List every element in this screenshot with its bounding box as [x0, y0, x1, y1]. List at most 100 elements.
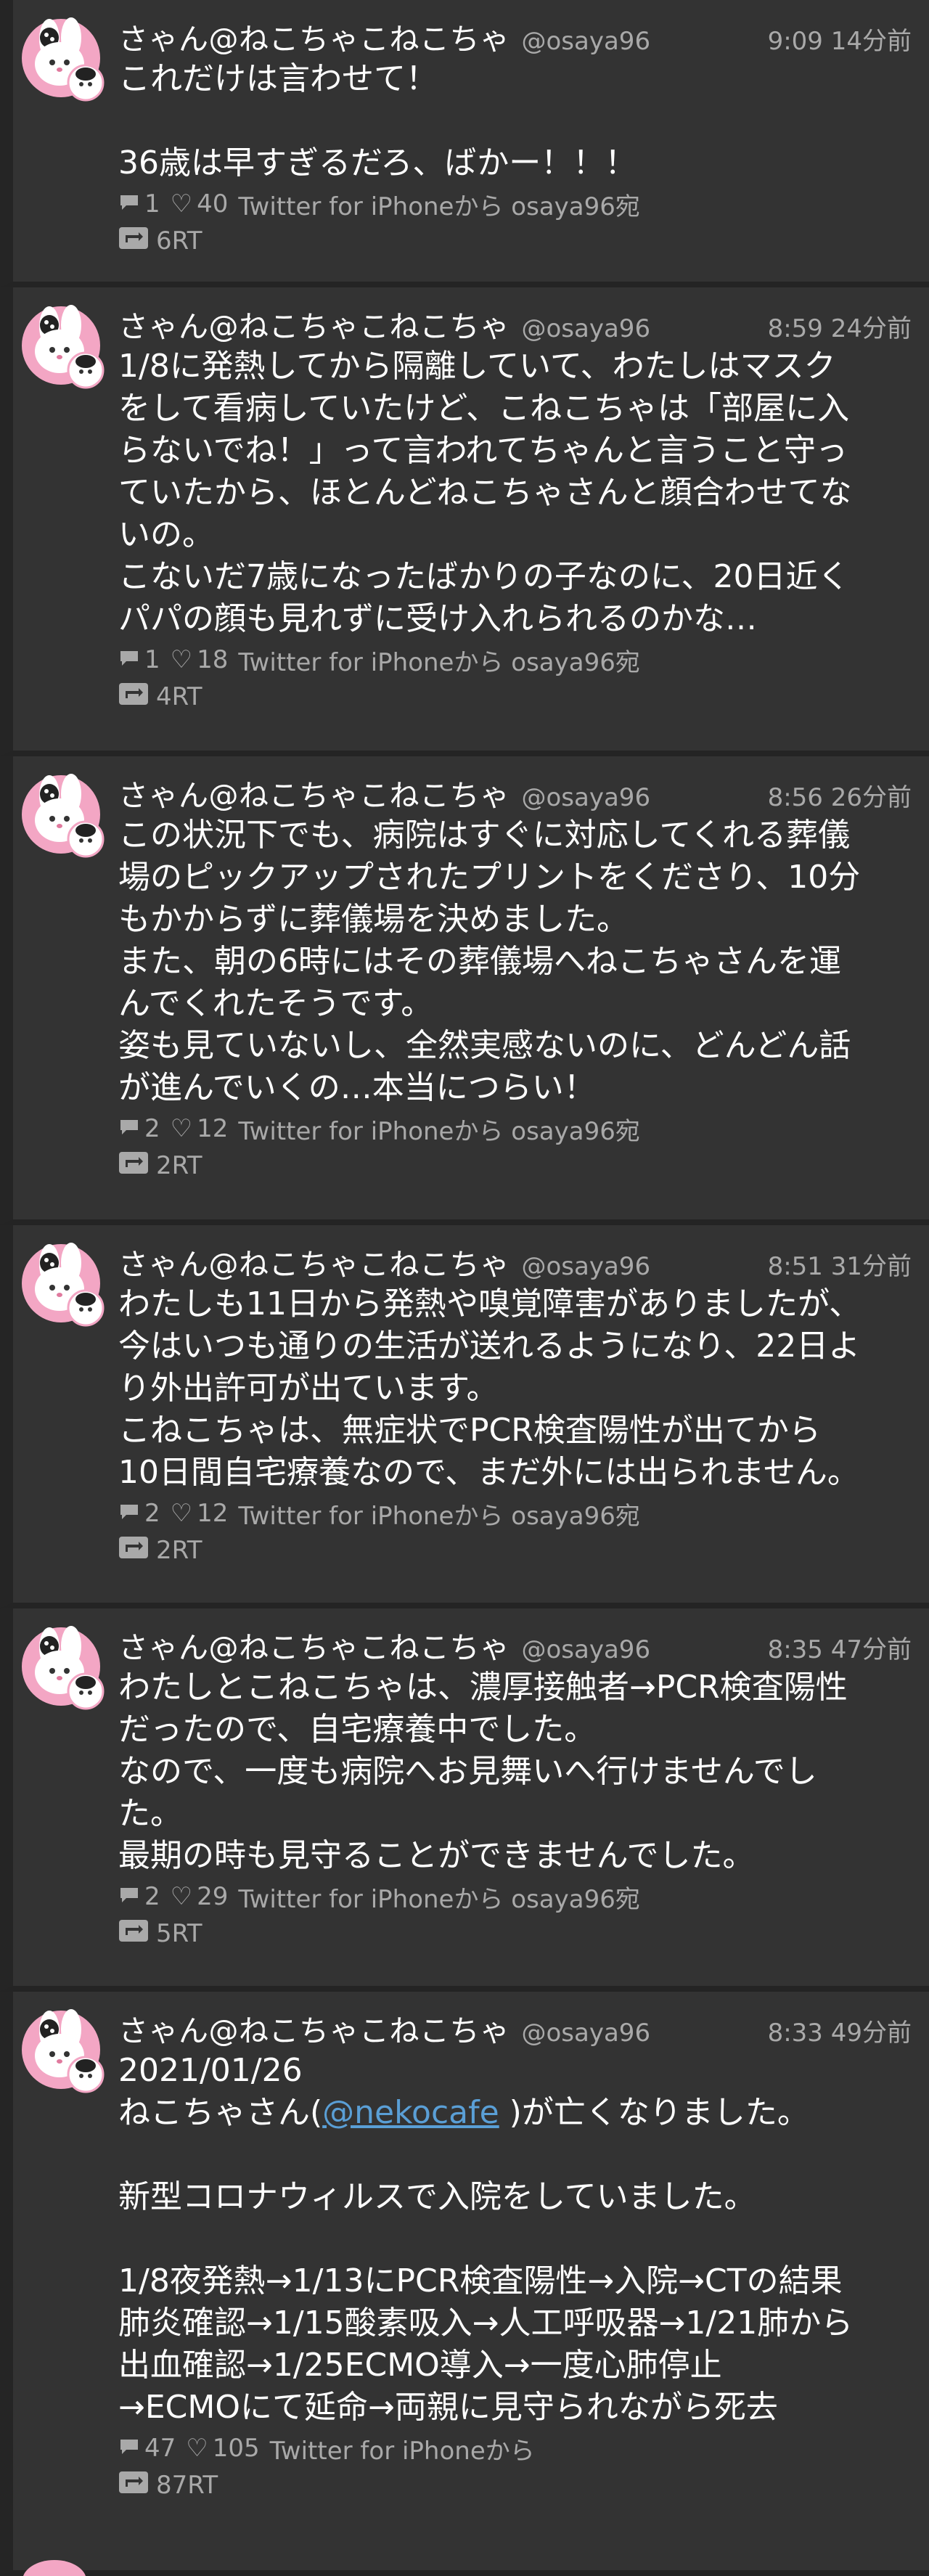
retweet-icon[interactable] — [118, 1919, 149, 1949]
tweet-text-line: んでくれたそうです。 — [118, 985, 433, 1022]
tweet-text: これだけは言わせて！ 36歳は早すぎるだろ、ばかー！！！ — [118, 58, 912, 184]
speech-bubble-icon[interactable] — [118, 1499, 140, 1528]
retweet-icon[interactable] — [118, 682, 149, 712]
tweet-timestamp[interactable]: 8:56 26分前 — [768, 777, 912, 813]
timeline: さゃん@ねこちゃこねこちゃ @osaya96 9:09 14分前 これだけは言わ… — [0, 0, 929, 2576]
speech-bubble-icon[interactable] — [118, 189, 140, 218]
speech-bubble-icon[interactable] — [118, 2434, 140, 2463]
tweet-timestamp[interactable]: 9:09 14分前 — [768, 21, 912, 57]
user-display-name[interactable]: さゃん@ねこちゃこねこちゃ — [118, 1623, 510, 1667]
user-display-name[interactable]: さゃん@ねこちゃこねこちゃ — [118, 1240, 510, 1283]
retweet-icon[interactable] — [118, 2471, 149, 2501]
retweet-count: 87RT — [156, 2471, 218, 2500]
avatar[interactable] — [20, 774, 106, 859]
user-display-name[interactable]: さゃん@ねこちゃこねこちゃ — [118, 771, 510, 814]
tweet-meta: 1 ♡ 18 Twitter for iPhoneから osaya96宛 — [118, 642, 912, 678]
user-display-name[interactable]: さゃん@ねこちゃこねこちゃ — [118, 2006, 510, 2050]
tweet-text-line: 今はいつも通りの生活が送れるようになり、22日よ — [118, 1328, 861, 1365]
heart-icon[interactable]: ♡ — [171, 1114, 192, 1143]
user-display-name[interactable]: さゃん@ねこちゃこねこちゃ — [118, 15, 510, 58]
heart-icon[interactable]: ♡ — [171, 189, 192, 218]
tweet-source: Twitter for iPhoneから osaya96宛 — [238, 1884, 640, 1914]
avatar[interactable] — [20, 305, 106, 391]
like-count: 12 — [197, 1114, 229, 1143]
mention-link[interactable]: @nekocafe — [322, 2094, 499, 2131]
tweet-text-line — [118, 2134, 912, 2176]
reply-count: 2 — [144, 1882, 160, 1911]
user-handle[interactable]: @osaya96 — [522, 1635, 651, 1664]
next-tweet-avatar-peek — [22, 2559, 87, 2576]
tweet-text-line: だったので、自宅療養中でした。 — [118, 1711, 597, 1748]
retweet-icon[interactable] — [118, 226, 149, 256]
tweet-text-line: こねこちゃは、無症状でPCR検査陽性が出てから — [118, 1412, 821, 1449]
retweet-row: 87RT — [118, 2466, 912, 2504]
tweet-timestamp[interactable]: 8:33 49分前 — [768, 2013, 912, 2048]
heart-icon[interactable]: ♡ — [186, 2434, 208, 2463]
avatar[interactable] — [20, 17, 106, 103]
tweet-text-line: パパの顔も見れずに受け入れられるのかな… — [118, 600, 757, 637]
tweet-meta: 1 ♡ 40 Twitter for iPhoneから osaya96宛 — [118, 186, 912, 222]
tweet-meta: 2 ♡ 12 Twitter for iPhoneから osaya96宛 — [118, 1495, 912, 1532]
speech-bubble-icon[interactable] — [118, 1114, 140, 1143]
tweet-text-segment: )が亡くなりました。 — [499, 2094, 809, 2131]
user-handle[interactable]: @osaya96 — [522, 783, 651, 812]
tweet-text-line: こないだ7歳になったばかりの子なのに、20日近く — [118, 558, 850, 595]
tweet-timestamp[interactable]: 8:59 24分前 — [768, 308, 912, 344]
tweet-text: わたしとこねこちゃは、濃厚接触者→PCR検査陽性 だったので、自宅療養中でした。… — [118, 1667, 912, 1877]
tweet-item[interactable]: さゃん@ねこちゃこねこちゃ @osaya96 9:09 14分前 これだけは言わ… — [0, 0, 929, 287]
tweet-timestamp[interactable]: 8:51 31分前 — [768, 1246, 912, 1282]
tweet-text-line: 2021/01/26 — [118, 2052, 303, 2089]
bunny-avatar-icon — [22, 774, 105, 858]
retweet-row: 2RT — [118, 1532, 912, 1569]
retweet-row: 5RT — [118, 1915, 912, 1953]
tweet-text-line: 36歳は早すぎるだろ、ばかー！！！ — [118, 144, 637, 181]
reply-count: 1 — [144, 645, 160, 674]
user-handle[interactable]: @osaya96 — [522, 314, 651, 343]
speech-bubble-icon[interactable] — [118, 1882, 140, 1911]
heart-icon[interactable]: ♡ — [171, 645, 192, 674]
user-handle[interactable]: @osaya96 — [522, 1252, 651, 1281]
bunny-avatar-icon — [22, 2009, 105, 2093]
user-handle[interactable]: @osaya96 — [522, 27, 651, 56]
like-count: 12 — [197, 1499, 229, 1528]
bunny-avatar-icon — [22, 1243, 105, 1327]
tweet-text-line: 肺炎確認→1/15酸素吸入→人工呼吸器→1/21肺から — [118, 2305, 854, 2342]
heart-icon[interactable]: ♡ — [171, 1499, 192, 1528]
retweet-icon[interactable] — [118, 1151, 149, 1181]
tweet-text-line: もかからずに葬儀場を決めました。 — [118, 901, 629, 938]
tweet-text-line: 1/8夜発熱→1/13にPCR検査陽性→入院→CTの結果 — [118, 2262, 843, 2299]
tweet-text-line: →ECMOにて延命→両親に見守られながら死去 — [118, 2389, 778, 2426]
user-handle[interactable]: @osaya96 — [522, 2019, 651, 2048]
tweet-text-line: この状況下でも、病院はすぐに対応してくれる葬儀 — [118, 817, 851, 854]
tweet-text-line: わたしも11日から発熱や嗅覚障害がありましたが、 — [118, 1285, 862, 1322]
tweet-text: 1/8に発熱してから隔離していて、わたしはマスク をして看病していたけど、こねこ… — [118, 345, 912, 640]
tweet-source: Twitter for iPhoneから osaya96宛 — [238, 1501, 640, 1531]
retweet-count: 4RT — [156, 682, 202, 711]
tweet-text-line: これだけは言わせて！ — [118, 60, 438, 97]
avatar[interactable] — [20, 1243, 106, 1328]
tweet-text-line: らないでね！」って言われてちゃんと言うこと守っ — [118, 432, 848, 469]
bunny-avatar-icon — [22, 1626, 105, 1710]
tweet-text-segment: ねこちゃさん( — [118, 2094, 323, 2131]
tweet-text-line: また、朝の6時にはその葬儀場へねこちゃさんを運 — [118, 943, 841, 980]
tweet-source: Twitter for iPhoneから — [269, 2436, 535, 2466]
tweet-item[interactable]: さゃん@ねこちゃこねこちゃ @osaya96 8:33 49分前 2021/01… — [0, 1992, 929, 2576]
speech-bubble-icon[interactable] — [118, 645, 140, 674]
retweet-icon[interactable] — [118, 1536, 149, 1566]
tweet-source: Twitter for iPhoneから osaya96宛 — [238, 647, 640, 677]
tweet-text-line: 場のピックアップされたプリントをくださり、10分 — [118, 859, 861, 896]
tweet-item[interactable]: さゃん@ねこちゃこねこちゃ @osaya96 8:51 31分前 わたしも11日… — [0, 1225, 929, 1608]
tweet-text-line: 1/8に発熱してから隔離していて、わたしはマスク — [118, 348, 836, 385]
avatar[interactable] — [20, 2009, 106, 2095]
tweet-item[interactable]: さゃん@ねこちゃこねこちゃ @osaya96 8:59 24分前 1/8に発熱し… — [0, 287, 929, 756]
heart-icon[interactable]: ♡ — [171, 1882, 192, 1911]
avatar[interactable] — [20, 1626, 106, 1712]
tweet-text-line — [118, 100, 912, 142]
user-display-name[interactable]: さゃん@ねこちゃこねこちゃ — [118, 302, 510, 345]
reply-count: 2 — [144, 1114, 160, 1143]
tweet-item[interactable]: さゃん@ねこちゃこねこちゃ @osaya96 8:35 47分前 わたしとこねこ… — [0, 1608, 929, 1992]
tweet-timestamp[interactable]: 8:35 47分前 — [768, 1630, 912, 1665]
tweet-text-line: ていたから、ほとんどねこちゃさんと顔合わせてな — [118, 474, 852, 511]
tweet-item[interactable]: さゃん@ねこちゃこねこちゃ @osaya96 8:56 26分前 この状況下でも… — [0, 756, 929, 1225]
reply-count: 1 — [144, 189, 160, 218]
